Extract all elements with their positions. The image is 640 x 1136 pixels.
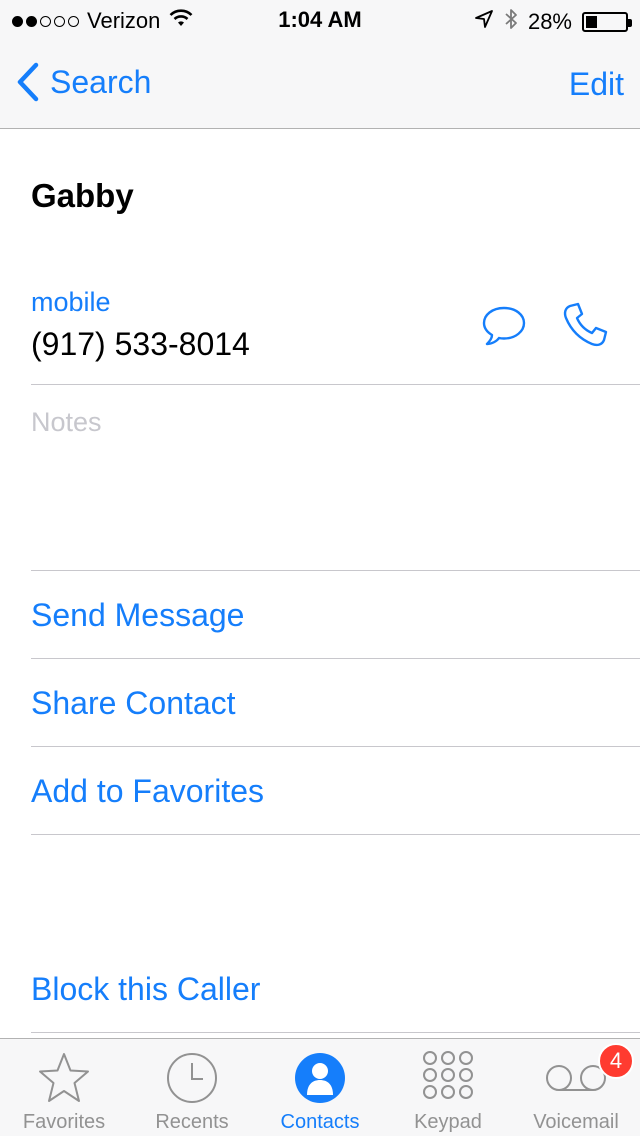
- share-contact-button[interactable]: Share Contact: [31, 685, 236, 722]
- tab-label: Voicemail: [533, 1111, 619, 1133]
- star-icon: [0, 1051, 128, 1105]
- tab-bar: Favorites Recents Contacts Keypad Voicem…: [0, 1038, 640, 1136]
- bluetooth-icon: [504, 8, 518, 36]
- status-right: 28%: [474, 8, 632, 36]
- tab-label: Keypad: [414, 1111, 482, 1133]
- location-arrow-icon: [474, 9, 494, 35]
- tab-recents[interactable]: Recents: [128, 1039, 256, 1136]
- add-to-favorites-button[interactable]: Add to Favorites: [31, 773, 264, 810]
- battery-percent: 28%: [527, 9, 572, 34]
- navigation-bar: Search Edit: [0, 40, 640, 129]
- phone-number[interactable]: (917) 533-8014: [31, 326, 250, 363]
- top-bar: Verizon 1:04 AM 28% Search Edit: [0, 0, 640, 129]
- block-caller-button[interactable]: Block this Caller: [31, 971, 260, 1008]
- divider: [31, 1032, 640, 1033]
- tab-contacts[interactable]: Contacts: [256, 1039, 384, 1136]
- divider: [31, 570, 640, 571]
- chevron-left-icon: [17, 62, 39, 102]
- voicemail-badge: 4: [598, 1043, 634, 1079]
- send-message-button[interactable]: Send Message: [31, 597, 244, 634]
- notes-field[interactable]: Notes: [31, 407, 102, 438]
- phone-row[interactable]: mobile (917) 533-8014: [31, 287, 250, 363]
- phone-call-icon[interactable]: [560, 300, 610, 355]
- tab-label: Contacts: [280, 1111, 360, 1133]
- status-bar: Verizon 1:04 AM 28%: [0, 0, 640, 40]
- divider: [31, 384, 640, 385]
- divider: [31, 834, 640, 835]
- contact-name: Gabby: [31, 177, 134, 214]
- back-button-label: Search: [50, 63, 152, 100]
- battery-icon: [582, 12, 632, 32]
- clock-icon: [128, 1051, 256, 1105]
- tab-label: Favorites: [22, 1111, 106, 1133]
- divider: [31, 658, 640, 659]
- back-button[interactable]: Search: [16, 62, 151, 102]
- phone-label: mobile: [31, 287, 111, 317]
- edit-button[interactable]: Edit: [569, 66, 624, 103]
- tab-keypad[interactable]: Keypad: [384, 1039, 512, 1136]
- divider: [31, 746, 640, 747]
- contacts-icon: [256, 1051, 384, 1105]
- keypad-icon: [384, 1051, 512, 1111]
- tab-label: Recents: [155, 1111, 229, 1133]
- tab-favorites[interactable]: Favorites: [0, 1039, 128, 1136]
- message-bubble-icon[interactable]: [480, 300, 528, 353]
